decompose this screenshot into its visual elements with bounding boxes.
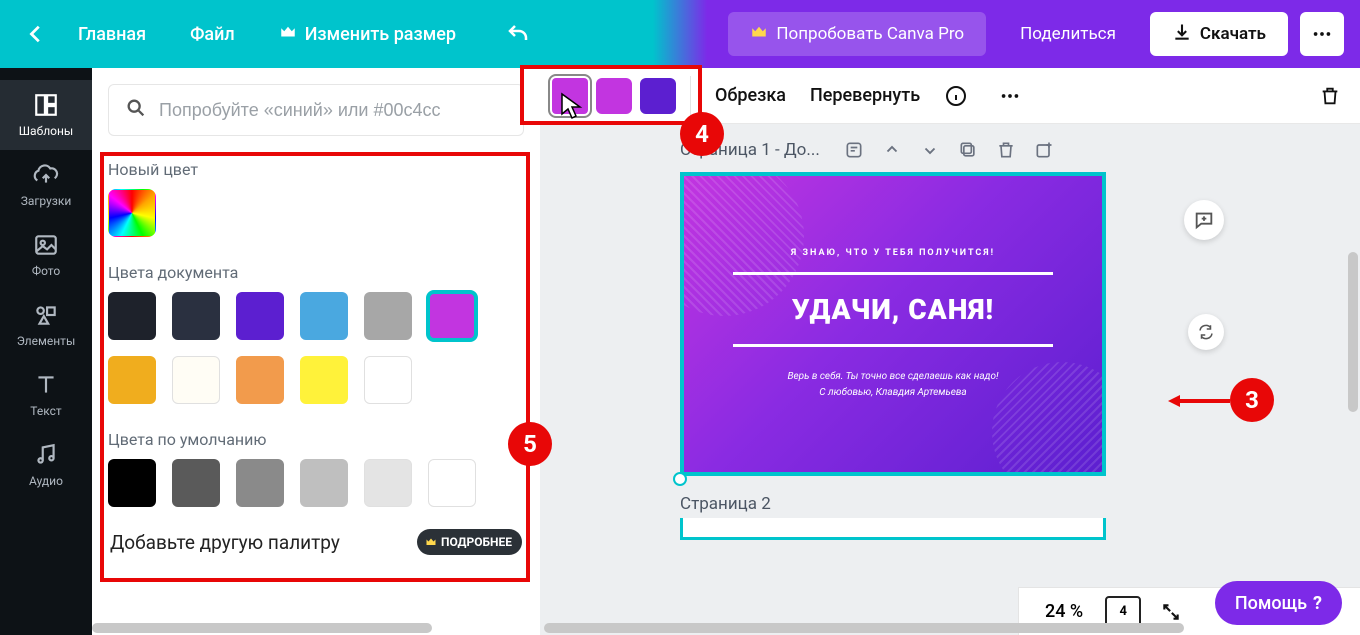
doc-color-swatch[interactable]	[108, 356, 156, 404]
nav-uploads-label: Загрузки	[21, 194, 72, 208]
share-button[interactable]: Поделиться	[998, 12, 1138, 56]
download-icon	[1172, 22, 1192, 47]
add-comment-button[interactable]	[1184, 200, 1224, 240]
try-pro-label: Попробовать Canva Pro	[776, 24, 964, 44]
more-options-button[interactable]	[992, 78, 1028, 114]
nav-templates-label: Шаблоны	[19, 124, 73, 138]
help-button[interactable]: Помощь ?	[1215, 581, 1342, 625]
default-colors-label: Цвета по умолчанию	[108, 430, 524, 449]
doc-color-swatch[interactable]	[108, 292, 156, 340]
page2-title: Страница 2	[680, 494, 1180, 514]
nav-photos[interactable]: Фото	[0, 220, 92, 290]
page-up-icon[interactable]	[878, 136, 906, 164]
crown-icon	[750, 23, 768, 46]
doc-color-swatch[interactable]	[300, 292, 348, 340]
color-search[interactable]	[108, 84, 524, 136]
download-label: Скачать	[1200, 24, 1266, 44]
doc-color-swatch[interactable]	[428, 292, 476, 340]
vertical-scrollbar[interactable]	[1348, 252, 1358, 412]
resize-label: Изменить размер	[305, 24, 456, 45]
nav-elements-label: Элементы	[17, 334, 76, 348]
zoom-level[interactable]: 24 %	[1031, 601, 1097, 622]
nav-elements[interactable]: Элементы	[0, 290, 92, 360]
color-search-input[interactable]	[159, 100, 507, 121]
color-slot[interactable]	[596, 78, 632, 114]
home-menu[interactable]: Главная	[56, 24, 168, 45]
crown-icon	[279, 23, 297, 46]
delete-page-icon[interactable]	[992, 136, 1020, 164]
panel-horizontal-scrollbar[interactable]	[92, 623, 432, 633]
card-sub1: Верь в себя. Ты точно все сделаешь как н…	[787, 369, 998, 385]
undo-button[interactable]	[498, 14, 538, 54]
page-down-icon[interactable]	[916, 136, 944, 164]
nav-text[interactable]: Текст	[0, 360, 92, 430]
page-title: Страница 1 - До...	[680, 140, 830, 160]
nav-photos-label: Фото	[32, 264, 60, 278]
doc-color-swatch[interactable]	[236, 292, 284, 340]
crop-button[interactable]: Обрезка	[715, 85, 786, 106]
doc-colors-label: Цвета документа	[108, 263, 524, 282]
nav-templates[interactable]: Шаблоны	[0, 80, 92, 150]
help-label: Помощь	[1235, 593, 1307, 614]
doc-color-swatch[interactable]	[364, 292, 412, 340]
color-panel: Новый цвет Цвета документа Цвета по умол…	[92, 68, 540, 635]
add-palette-label: Добавьте другую палитру	[110, 531, 340, 554]
color-slots	[552, 76, 691, 116]
resize-handle[interactable]	[673, 472, 687, 486]
nav-audio[interactable]: Аудио	[0, 430, 92, 500]
page2-canvas-strip[interactable]	[680, 518, 1106, 540]
doc-color-swatch[interactable]	[300, 356, 348, 404]
try-pro-button[interactable]: Попробовать Canva Pro	[728, 12, 986, 56]
back-button[interactable]	[16, 14, 56, 54]
default-color-swatch[interactable]	[428, 459, 476, 507]
nav-uploads[interactable]: Загрузки	[0, 150, 92, 220]
delete-button[interactable]	[1312, 78, 1348, 114]
card-sub2: С любовью, Клавдия Артемьева	[787, 385, 998, 401]
sync-button[interactable]	[1188, 314, 1224, 350]
duplicate-page-icon[interactable]	[954, 136, 982, 164]
search-icon	[125, 97, 147, 123]
new-color-label: Новый цвет	[108, 160, 524, 179]
flip-button[interactable]: Перевернуть	[810, 85, 920, 106]
card-headline: УДАЧИ, САНЯ!	[792, 293, 994, 326]
default-color-swatch[interactable]	[300, 459, 348, 507]
default-color-swatch[interactable]	[364, 459, 412, 507]
canvas-horizontal-scrollbar[interactable]	[544, 623, 1184, 633]
context-toolbar: Обрезка Перевернуть	[540, 68, 1360, 124]
more-menu-button[interactable]	[1300, 12, 1344, 56]
default-color-swatch[interactable]	[172, 459, 220, 507]
nav-text-label: Текст	[30, 404, 61, 418]
card-top-line: Я ЗНАЮ, ЧТО У ТЕБЯ ПОЛУЧИТСЯ!	[791, 248, 995, 258]
top-bar: Главная Файл Изменить размер Попробовать…	[0, 0, 1360, 68]
page-canvas[interactable]: Я ЗНАЮ, ЧТО У ТЕБЯ ПОЛУЧИТСЯ! УДАЧИ, САН…	[680, 172, 1106, 476]
doc-color-swatch[interactable]	[364, 356, 412, 404]
color-slot[interactable]	[640, 78, 676, 114]
more-pill-label: ПОДРОБНЕЕ	[441, 535, 512, 549]
download-button[interactable]: Скачать	[1150, 12, 1288, 56]
doc-color-swatch[interactable]	[236, 356, 284, 404]
page-header: Страница 1 - До...	[680, 136, 1180, 164]
doc-color-swatch[interactable]	[172, 356, 220, 404]
default-color-swatch[interactable]	[108, 459, 156, 507]
resize-menu[interactable]: Изменить размер	[257, 23, 478, 46]
color-slot[interactable]	[552, 78, 588, 114]
file-menu[interactable]: Файл	[168, 24, 257, 45]
notes-icon[interactable]	[840, 136, 868, 164]
side-nav: Шаблоны Загрузки Фото Элементы Текст Ауд…	[0, 68, 92, 635]
color-picker-swatch[interactable]	[108, 189, 156, 237]
add-page-icon[interactable]	[1030, 136, 1058, 164]
nav-audio-label: Аудио	[29, 474, 63, 488]
canvas-area: Страница 1 - До... Я ЗНАЮ, ЧТО У ТЕБЯ ПО…	[540, 124, 1360, 635]
info-button[interactable]	[938, 78, 974, 114]
default-color-swatch[interactable]	[236, 459, 284, 507]
more-pill-button[interactable]: ПОДРОБНЕЕ	[417, 529, 522, 555]
doc-color-swatch[interactable]	[172, 292, 220, 340]
